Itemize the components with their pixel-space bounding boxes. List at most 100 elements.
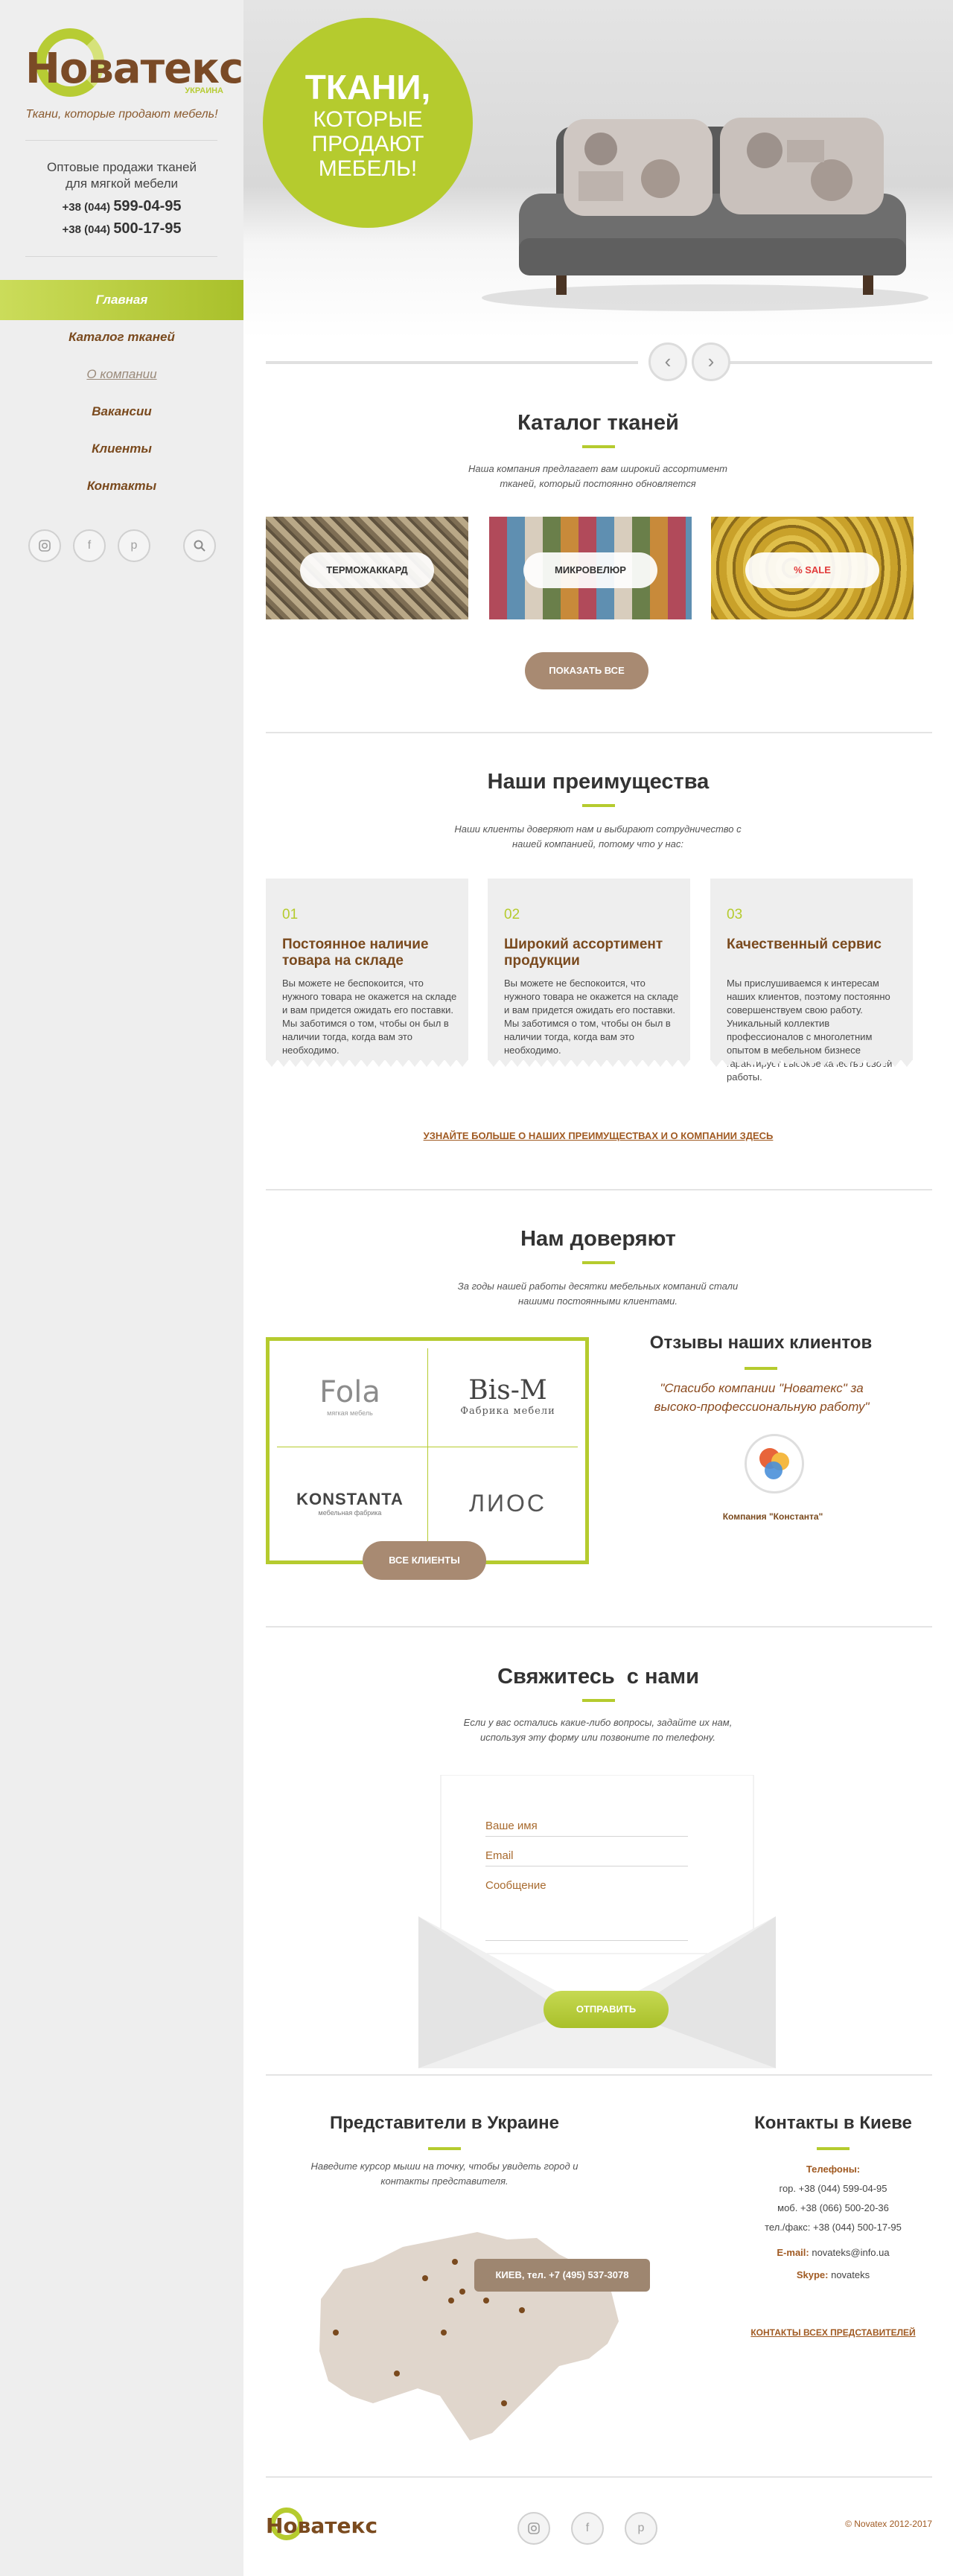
phone-1-prefix: +38 (044) <box>62 201 111 214</box>
about-advantages-link[interactable]: УЗНАЙТЕ БОЛЬШЕ О НАШИХ ПРЕИМУЩЕСТВАХ И О… <box>243 1130 953 1141</box>
phone-1[interactable]: +38 (044) 599-04-95 <box>0 198 243 215</box>
phone-fax: тел./факс: +38 (044) 500-17-95 <box>765 2222 902 2233</box>
trust-title-bold: Нам <box>520 1227 564 1251</box>
email-row: E-mail: novateks@info.ua <box>721 2247 945 2258</box>
client-logo-fola[interactable]: Fola мягкая мебель <box>275 1344 424 1448</box>
pinterest-icon[interactable]: p <box>118 529 150 562</box>
hero-badge: ТКАНИ, КОТОРЫЕ ПРОДАЮТ МЕБЕЛЬ! <box>263 18 473 228</box>
advantages-title: Наши преимущества <box>243 770 953 794</box>
wholesale-text: Оптовые продажи тканей для мягкой мебели <box>0 159 243 192</box>
show-all-button[interactable]: ПОКАЗАТЬ ВСЕ <box>525 652 648 689</box>
footer-logo[interactable]: Новатекс <box>266 2508 377 2545</box>
site-logo[interactable]: Новатекс УКРАИНА <box>25 28 243 103</box>
card-zigzag-edge <box>710 1059 913 1067</box>
review-company-logo[interactable] <box>745 1434 804 1493</box>
phone-1-number: 599-04-95 <box>113 198 182 214</box>
catalog-title-rest: тканей <box>601 411 679 435</box>
slider-line-right <box>720 361 932 364</box>
advantages-desc: Наши клиенты доверяют нам и выбирают сот… <box>454 823 742 849</box>
advantage-title: Качественный сервис <box>727 937 882 952</box>
contact-title-rest: с нами <box>614 1665 699 1689</box>
card-zigzag-edge <box>488 1059 690 1067</box>
main-content: ТКАНИ, КОТОРЫЕ ПРОДАЮТ МЕБЕЛЬ! ‹ › Катал… <box>243 0 953 2576</box>
reviews-title-bold: Отзывы <box>649 1333 723 1353</box>
advantage-card: 03 Качественный сервис Мы прислушиваемся… <box>710 879 913 1083</box>
client-logo-bism[interactable]: Bis-M Фабрика мебели <box>433 1344 582 1448</box>
catalog-item-label[interactable]: % SALE <box>745 552 879 588</box>
email-field[interactable]: Email <box>485 1849 514 1862</box>
sidebar-divider <box>25 140 217 141</box>
skype-label: Skype: <box>796 2269 829 2280</box>
catalog-item-thermojacquard[interactable]: ТЕРМОЖАККАРД <box>266 517 468 619</box>
client-logo-name: KONSTANTA <box>296 1490 404 1508</box>
all-representatives-link[interactable]: КОНТАКТЫ ВСЕХ ПРЕДСТАВИТЕЛЕЙ <box>721 2327 945 2338</box>
client-logo-sub: Фабрика мебели <box>460 1406 555 1417</box>
instagram-icon[interactable] <box>28 529 61 562</box>
email-value[interactable]: novateks@info.ua <box>809 2247 889 2258</box>
catalog-desc: Наша компания предлагает вам широкий асс… <box>468 463 727 489</box>
email-label: E-mail: <box>777 2247 809 2258</box>
client-logo-konstanta[interactable]: KONSTANTA мебельная фабрика <box>275 1451 424 1555</box>
instagram-icon[interactable] <box>517 2512 550 2545</box>
review-company-name: Компания "Константа" <box>722 1511 823 1522</box>
menu-item-catalog[interactable]: Каталог тканей <box>0 317 243 357</box>
name-field-line <box>485 1836 688 1837</box>
message-field[interactable]: Сообщение <box>485 1879 546 1892</box>
arrow-left-icon[interactable]: ‹ <box>648 342 687 381</box>
contact-title: Свяжитесь с нами <box>243 1665 953 1689</box>
facebook-icon[interactable]: f <box>571 2512 604 2545</box>
menu-item-clients[interactable]: Клиенты <box>0 429 243 469</box>
catalog-title-bold: Каталог <box>517 411 602 435</box>
sidebar-social: f p <box>0 529 243 564</box>
footer-divider <box>266 2476 932 2478</box>
advantages-title-bold: Наши <box>487 770 546 794</box>
search-icon[interactable] <box>183 529 216 562</box>
phone-2[interactable]: +38 (044) 500-17-95 <box>0 220 243 237</box>
menu-item-contacts[interactable]: Контакты <box>0 466 243 506</box>
menu-item-home[interactable]: Главная <box>0 280 243 320</box>
advantage-title: Широкий ассортимент продукции <box>504 937 663 969</box>
catalog-item-label[interactable]: ТЕРМОЖАККАРД <box>300 552 434 588</box>
reps-underline <box>428 2147 461 2150</box>
catalog-item-label[interactable]: МИКРОВЕЛЮР <box>523 552 657 588</box>
client-logo-sub: мебельная фабрика <box>318 1509 382 1517</box>
name-field[interactable]: Ваше имя <box>485 1820 538 1832</box>
advantage-number: 02 <box>504 907 520 922</box>
advantages-underline <box>582 804 615 807</box>
representatives-desc: Наведите курсор мыши на точку, чтобы уви… <box>310 2161 579 2187</box>
catalog-item-sale[interactable]: % SALE <box>711 517 914 619</box>
facebook-icon[interactable]: f <box>73 529 106 562</box>
contacts-title-rest: в Киеве <box>838 2113 912 2133</box>
reps-title-bold: Представители <box>330 2113 467 2133</box>
menu-item-about[interactable]: О компании <box>0 354 243 395</box>
clients-grid-vline <box>427 1348 428 1554</box>
phones-label-text: Телефоны: <box>806 2164 861 2175</box>
sofa-image <box>482 118 928 311</box>
reviews-title-rest: наших клиентов <box>722 1333 873 1353</box>
contacts-underline <box>817 2147 850 2150</box>
trust-title: Нам доверяют <box>243 1227 953 1252</box>
reviews-underline <box>745 1367 777 1370</box>
hero-subtitle: КОТОРЫЕ ПРОДАЮТ МЕБЕЛЬ! <box>263 107 473 181</box>
trust-underline <box>582 1261 615 1264</box>
pinterest-icon[interactable]: p <box>625 2512 657 2545</box>
ukraine-map[interactable] <box>313 2217 626 2448</box>
advantage-text: Вы можете не беспокоится, что нужного то… <box>504 978 679 1056</box>
menu-item-vacancies[interactable]: Вакансии <box>0 392 243 432</box>
slider-controls: ‹ › <box>266 342 932 381</box>
skype-value[interactable]: novateks <box>828 2269 870 2280</box>
catalog-item-microvelour[interactable]: МИКРОВЕЛЮР <box>489 517 692 619</box>
client-logo-lios[interactable]: ЛИОС <box>433 1451 582 1555</box>
contact-form-envelope: Ваше имя Email Сообщение ОТПРАВИТЬ <box>418 1775 776 2068</box>
sidebar-divider <box>25 256 217 257</box>
section-divider <box>266 732 932 733</box>
arrow-right-icon[interactable]: › <box>692 342 730 381</box>
review-quote: "Спасибо компании "Новатекс" за высоко-п… <box>654 1381 870 1414</box>
client-logo-name: ЛИОС <box>469 1489 546 1517</box>
main-menu: Главная Каталог тканей О компании Ваканс… <box>0 280 243 503</box>
all-clients-button[interactable]: ВСЕ КЛИЕНТЫ <box>363 1541 486 1580</box>
section-divider <box>266 2074 932 2076</box>
submit-button[interactable]: ОТПРАВИТЬ <box>544 1991 669 2028</box>
trust-desc: За годы нашей работы десятки мебельных к… <box>457 1281 739 1307</box>
contact-desc: Если у вас остались какие-либо вопросы, … <box>463 1717 733 1743</box>
